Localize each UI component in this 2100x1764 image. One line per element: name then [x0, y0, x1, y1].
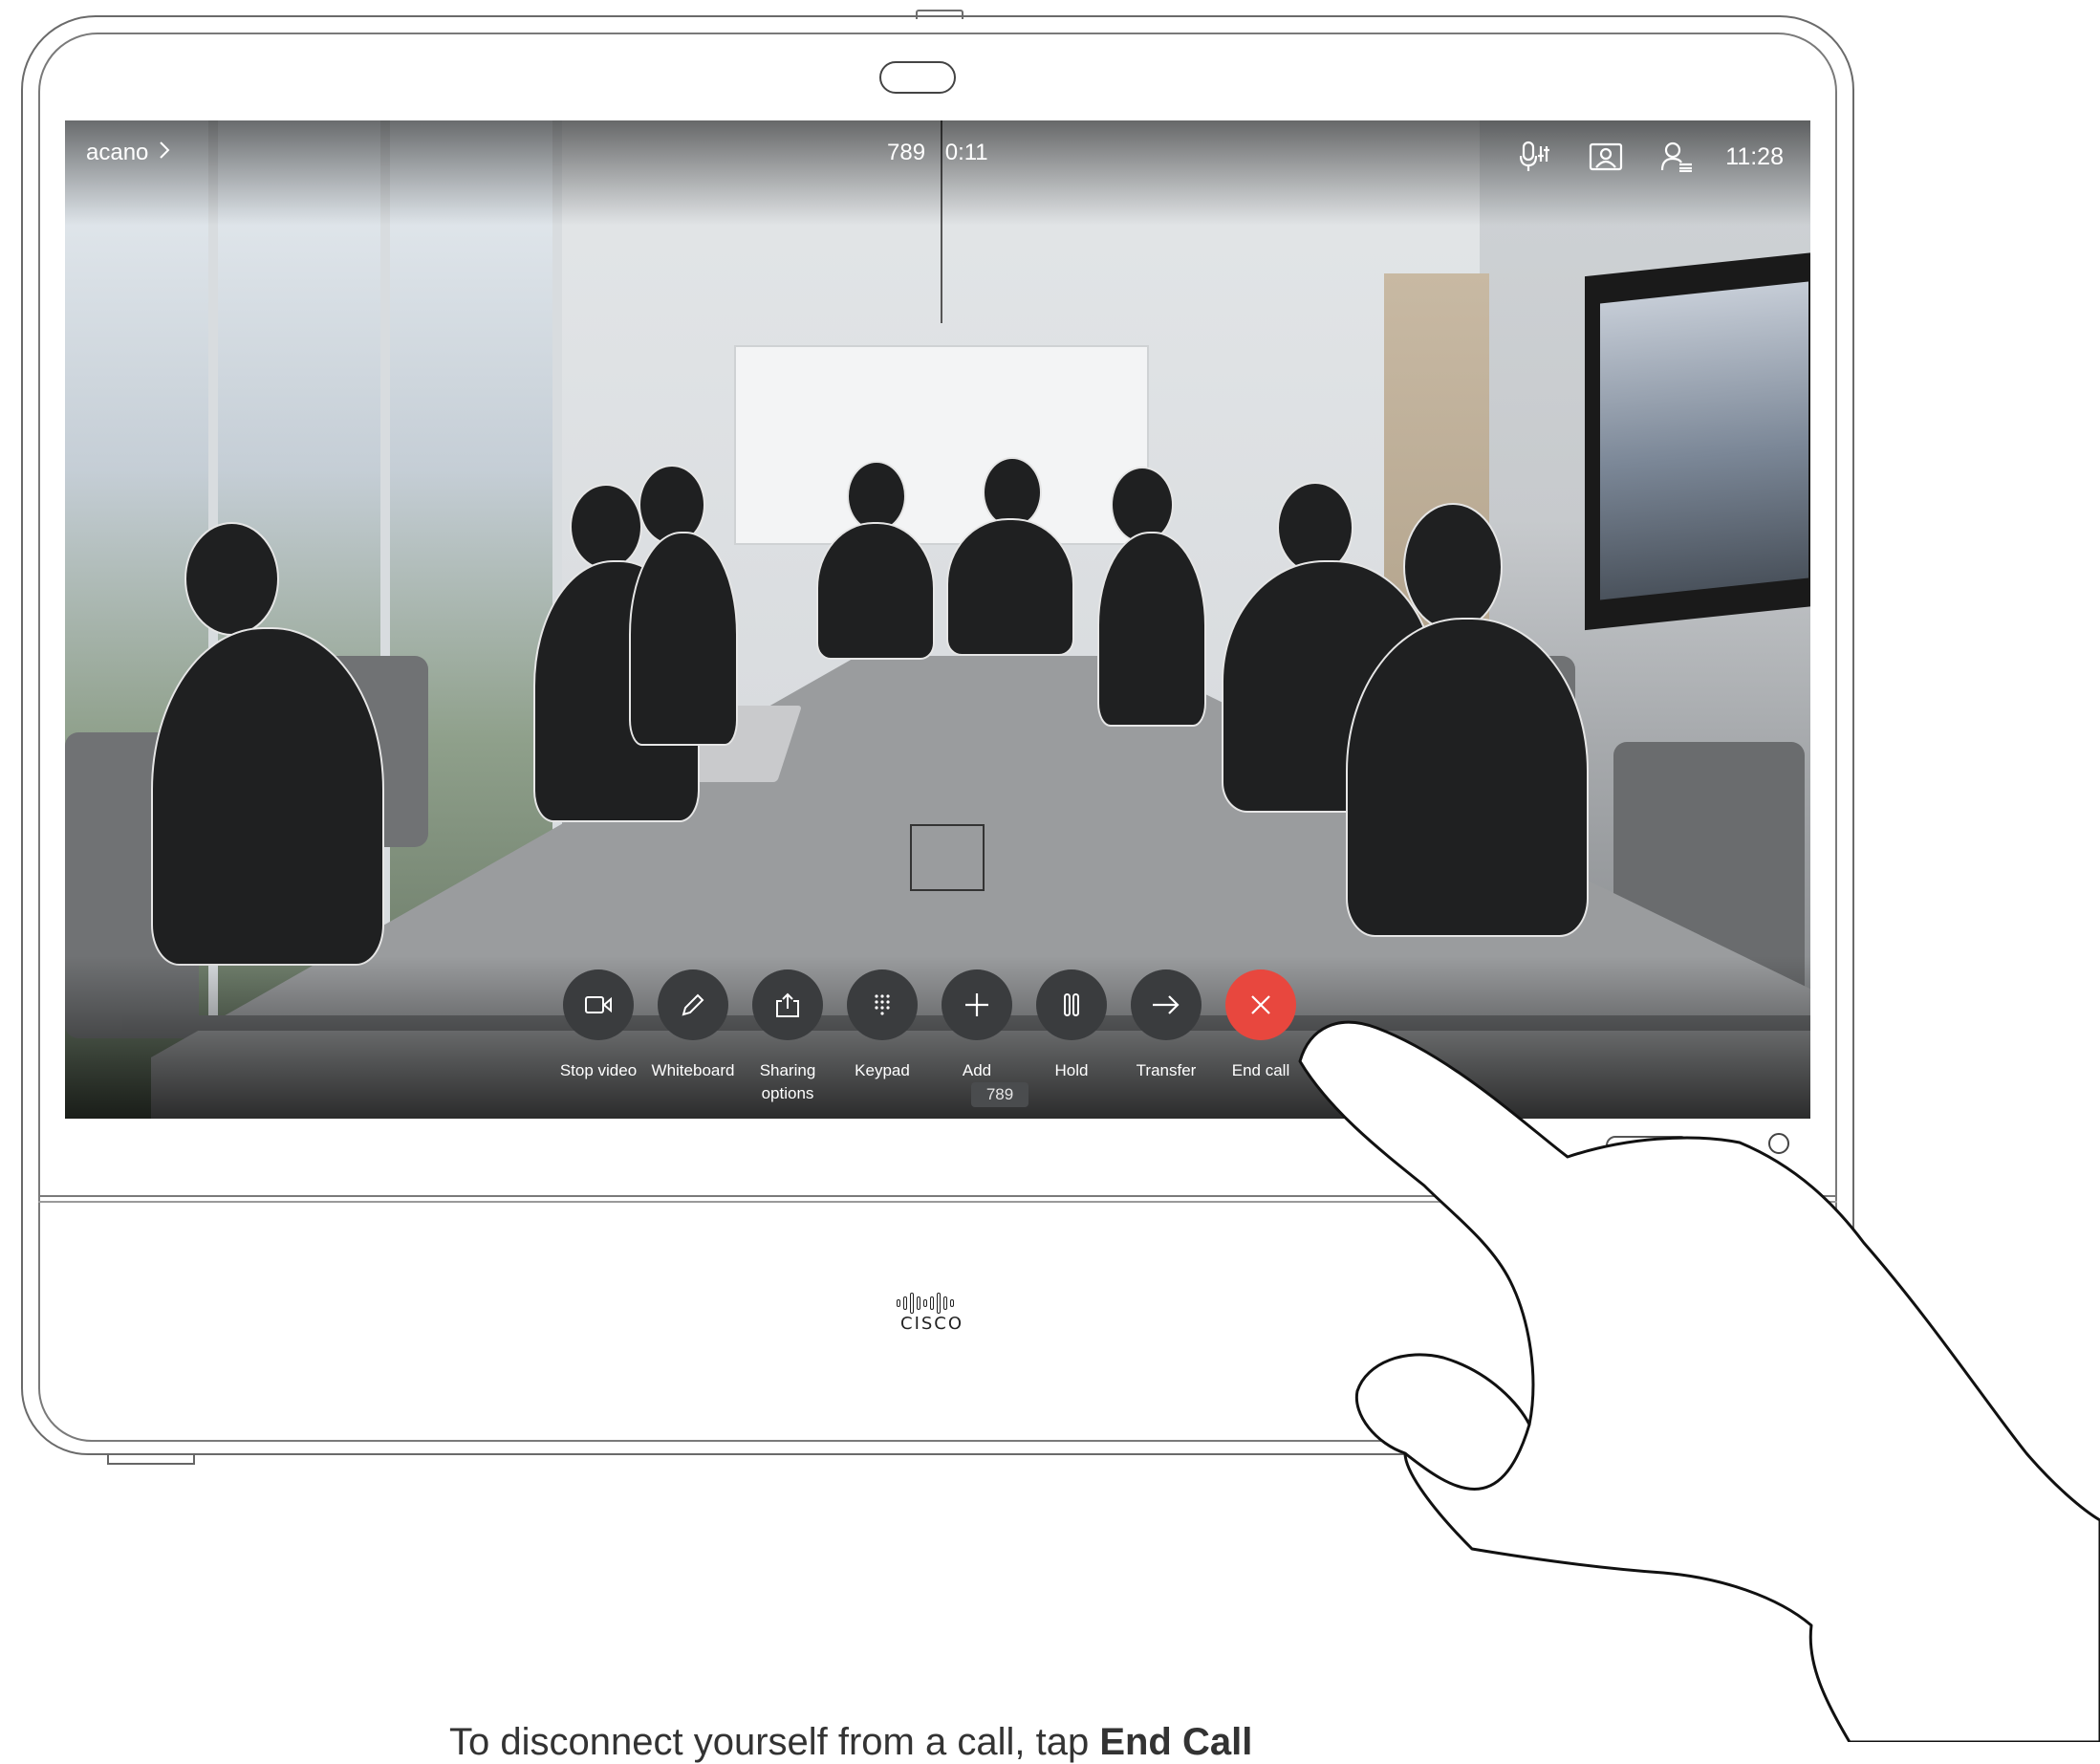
pointing-hand-icon	[1298, 1020, 2100, 1742]
caption-bold: End Call	[1099, 1721, 1253, 1763]
caption-text: To disconnect yourself from a call, tap	[449, 1721, 1100, 1763]
instruction-caption: To disconnect yourself from a call, tap …	[449, 1721, 1252, 1764]
